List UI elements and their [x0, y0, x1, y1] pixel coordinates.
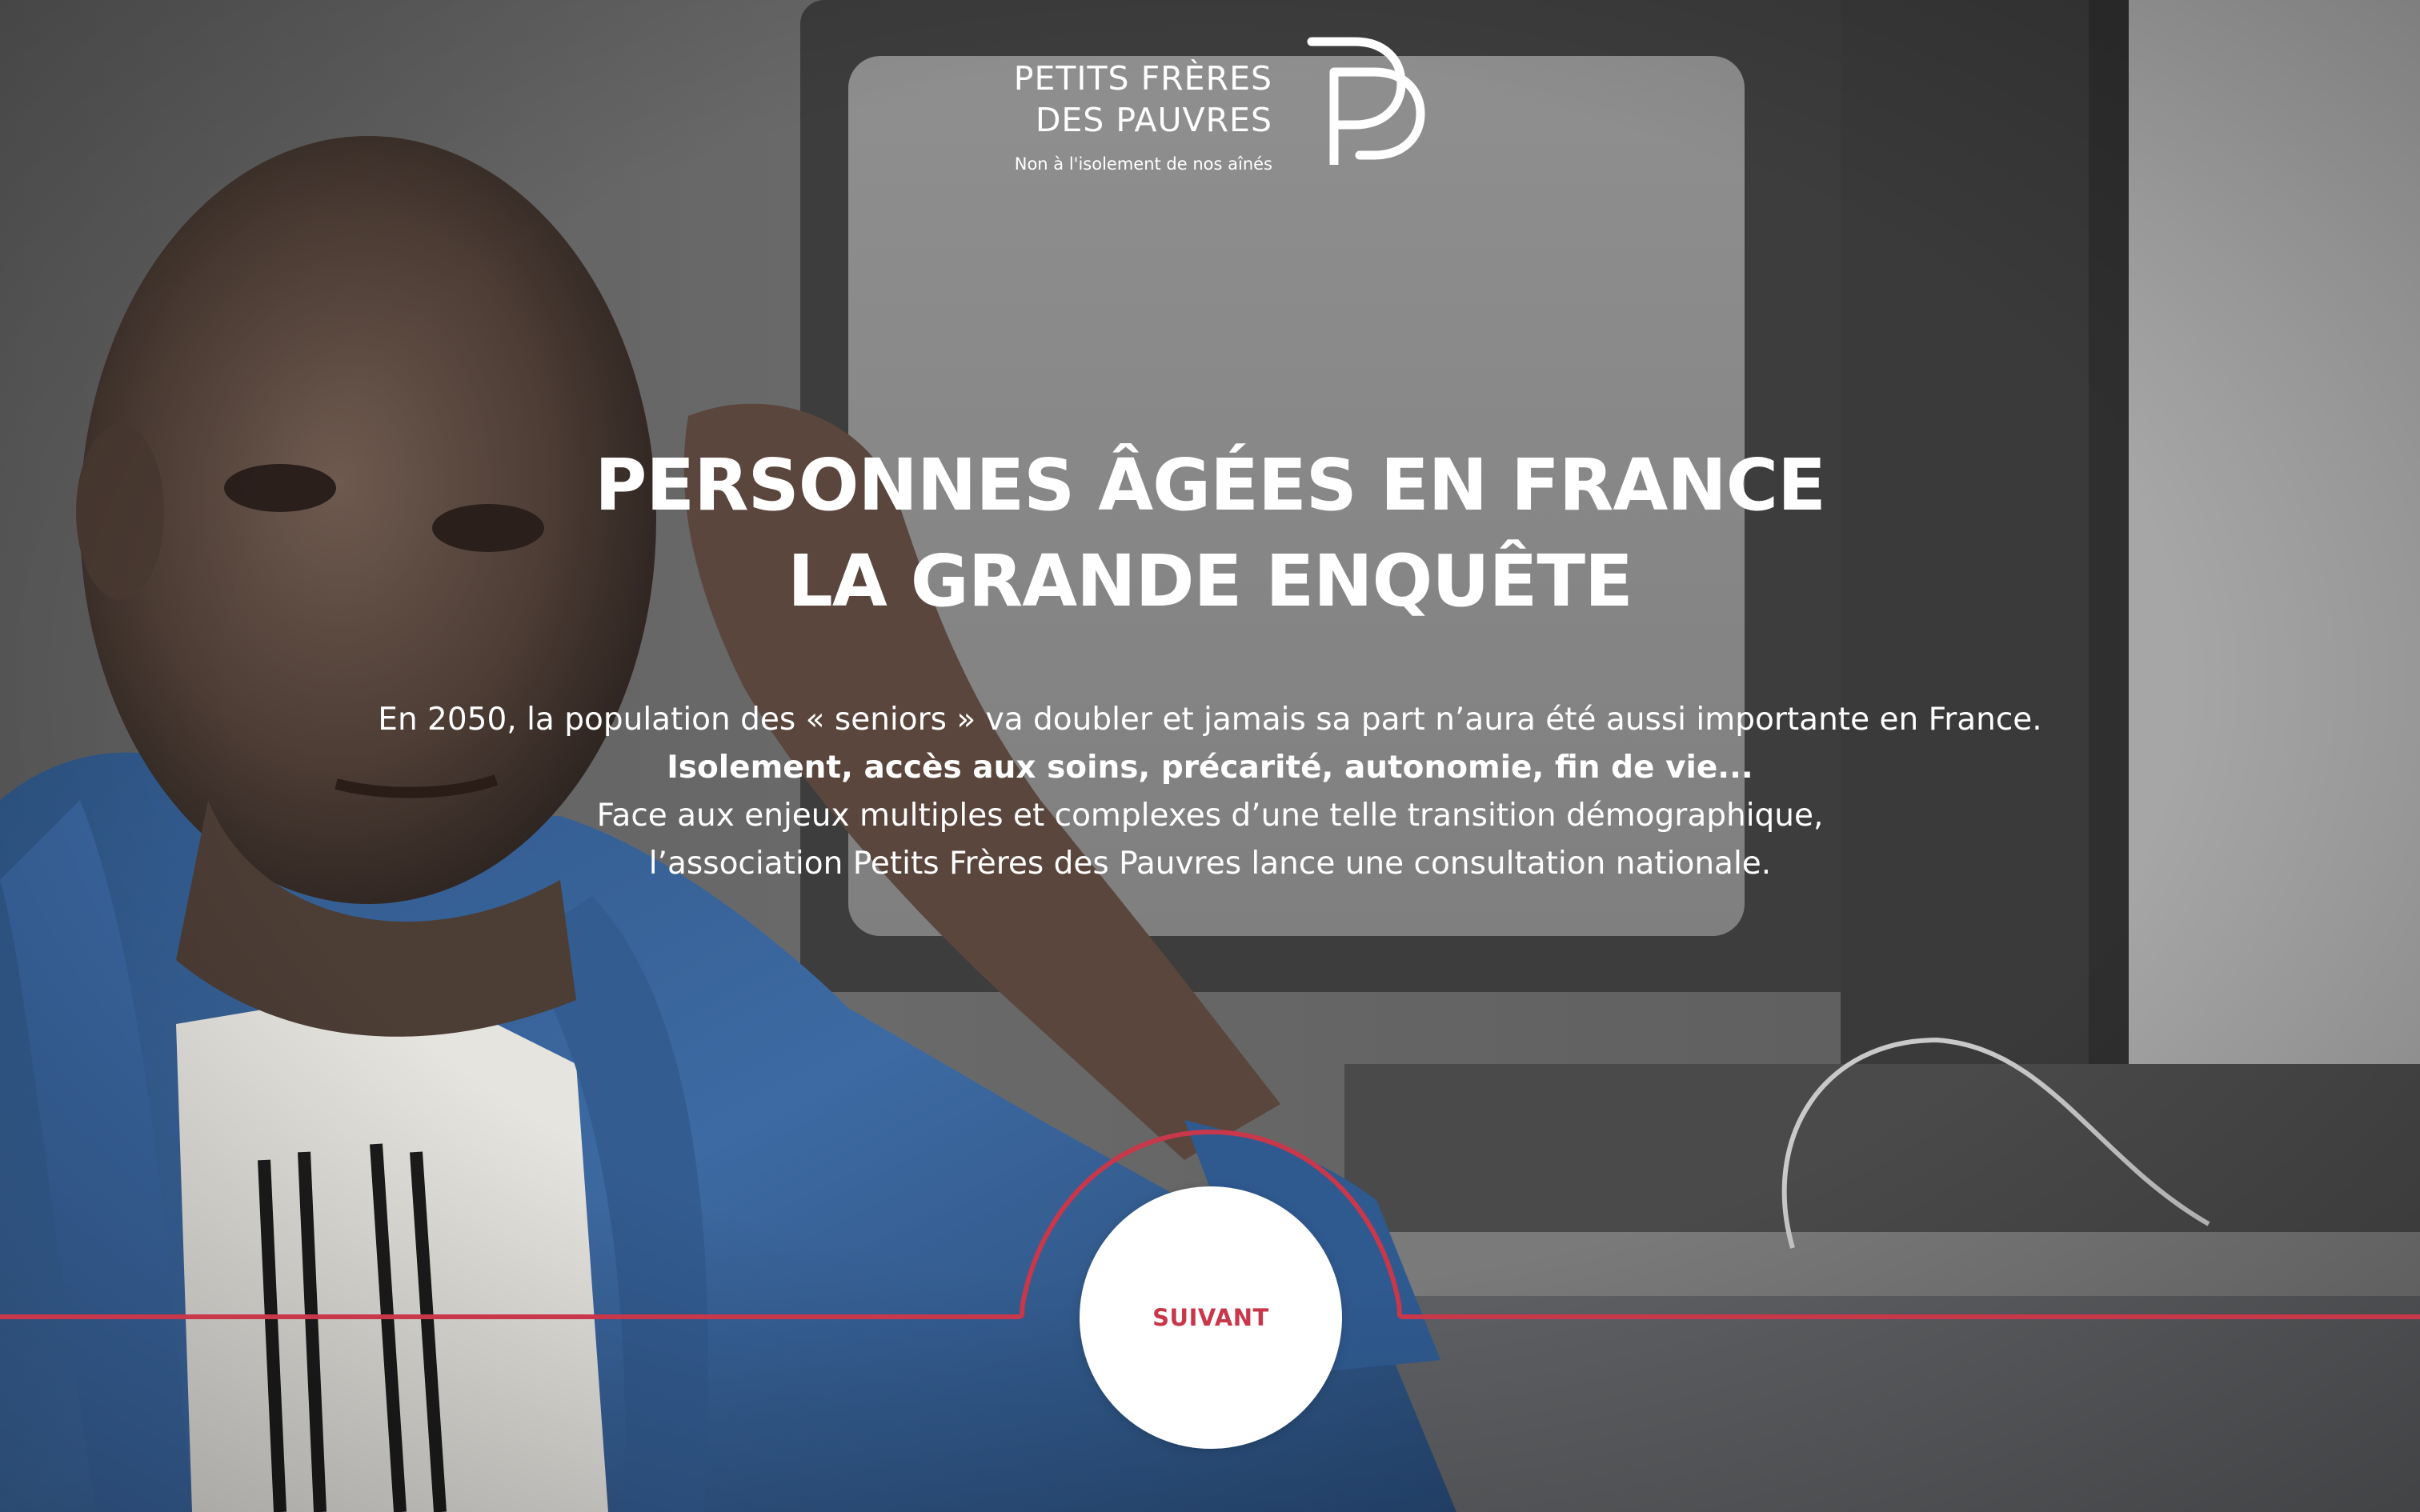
brand-wordmark: PETITS FRÈRES DES PAUVRES Non à l'isolem… — [1014, 58, 1272, 176]
intro-line: Face aux enjeux multiples et complexes d… — [596, 798, 1824, 834]
intro-line: l’association Petits Frères des Pauvres … — [648, 846, 1772, 882]
page-title-line2: LA GRANDE ENQUÊTE — [787, 539, 1633, 622]
pp-monogram-icon — [1307, 37, 1427, 170]
brand-name-line2: DES PAUVRES — [1035, 101, 1272, 139]
intro-paragraph: En 2050, la population des « seniors » v… — [0, 696, 2420, 888]
brand-name-line1: PETITS FRÈRES — [1013, 59, 1272, 98]
next-button-label: SUIVANT — [1152, 1304, 1269, 1331]
page-title: PERSONNES ÂGÉES EN FRANCE LA GRANDE ENQU… — [0, 437, 2420, 629]
brand-logo[interactable]: PETITS FRÈRES DES PAUVRES Non à l'isolem… — [992, 37, 1440, 176]
intro-highlight: Isolement, accès aux soins, précarité, a… — [667, 750, 1753, 786]
page-title-line1: PERSONNES ÂGÉES EN FRANCE — [595, 443, 1826, 526]
intro-line: En 2050, la population des « seniors » v… — [378, 702, 2042, 738]
brand-tagline: Non à l'isolement de nos aînés — [1014, 154, 1272, 174]
next-button[interactable]: SUIVANT — [1080, 1186, 1342, 1449]
